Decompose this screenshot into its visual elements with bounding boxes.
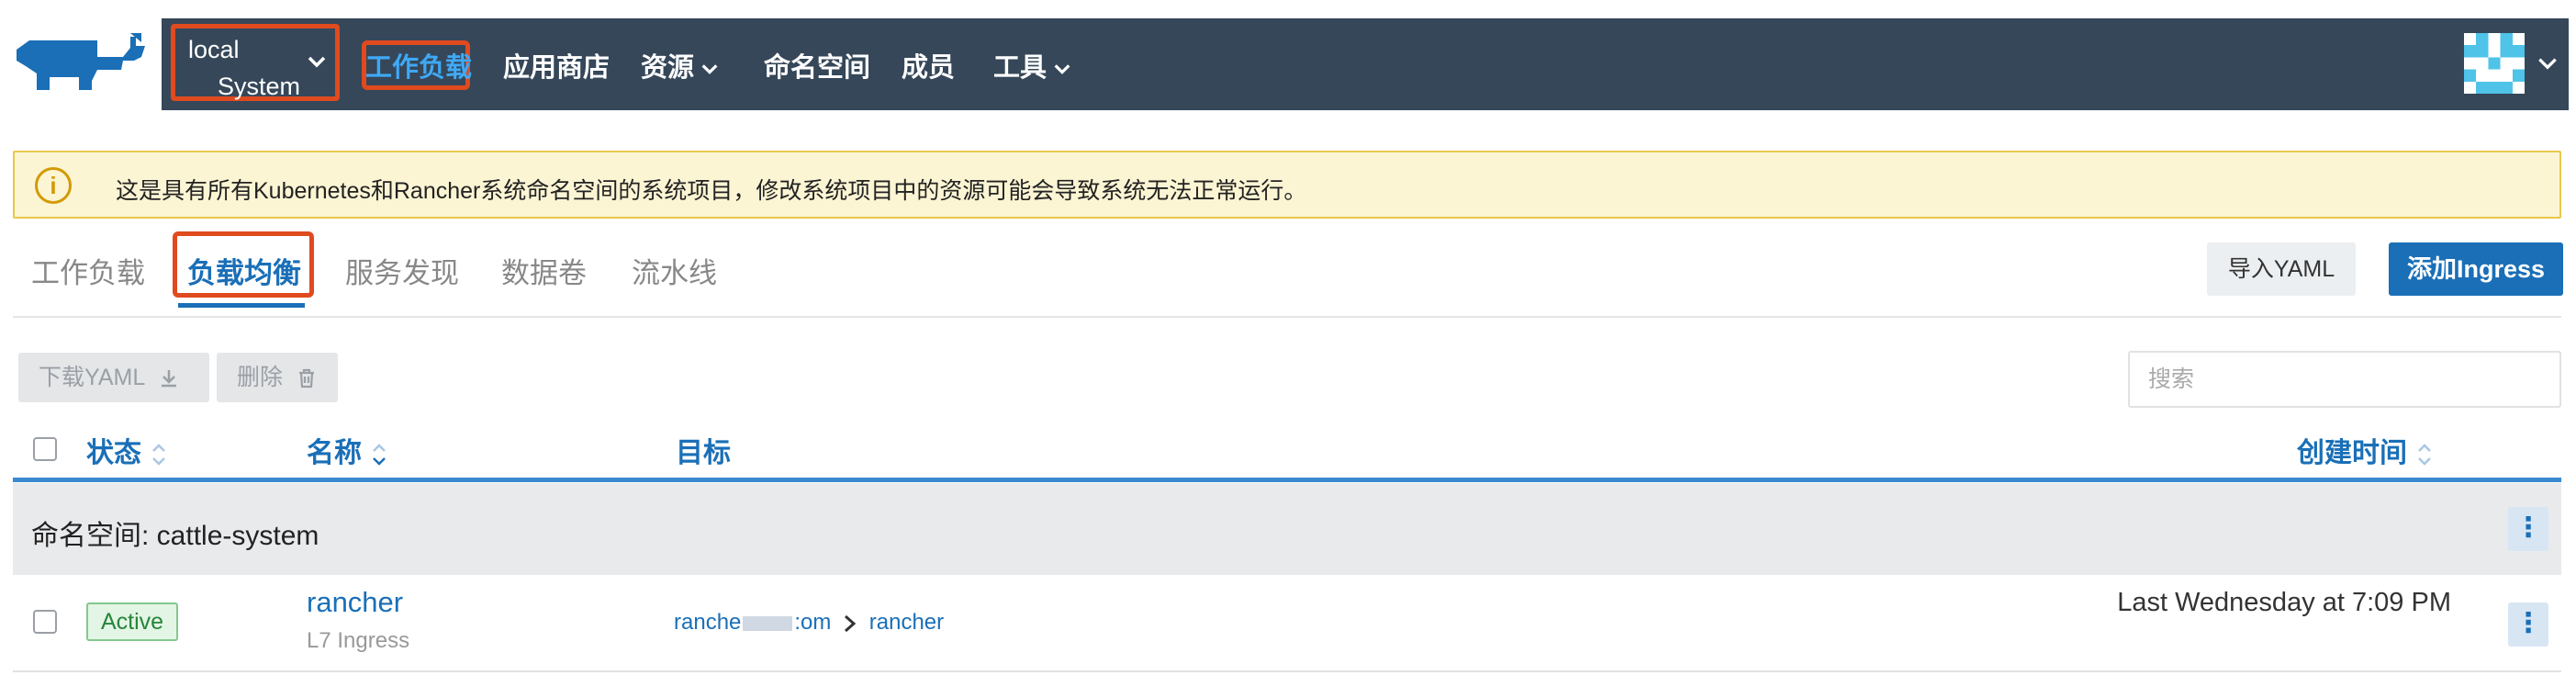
chevron-right-icon — [845, 614, 857, 632]
top-nav-bar: local System 工作负载 应用商店 资源 命名空间 成员 工具 — [162, 18, 2569, 110]
chevron-down-icon — [308, 56, 326, 68]
cluster-name: local — [188, 36, 240, 63]
status-badge: Active — [86, 602, 178, 641]
nav-item-workloads[interactable]: 工作负载 — [365, 46, 472, 84]
ingress-target[interactable]: ranche :om rancher — [674, 610, 944, 636]
download-yaml-label: 下载YAML — [39, 365, 145, 390]
delete-button[interactable]: 删除 — [217, 353, 338, 402]
row-divider — [13, 670, 2561, 672]
user-avatar[interactable] — [2464, 33, 2525, 94]
target-host-end: :om — [794, 610, 832, 635]
nav-item-members[interactable]: 成员 — [902, 46, 955, 84]
group-actions-menu-icon[interactable]: ⋮ — [2508, 507, 2548, 551]
target-service: rancher — [868, 610, 945, 635]
download-yaml-button[interactable]: 下载YAML — [18, 353, 209, 402]
namespace-group-label: 命名空间: cattle-system — [31, 521, 319, 551]
column-header-created[interactable]: 创建时间 — [2297, 430, 2433, 470]
row-actions-menu-icon[interactable]: ⋮ — [2508, 602, 2548, 647]
chevron-down-icon — [701, 64, 718, 75]
tabs-divider — [13, 316, 2561, 318]
project-name: System — [218, 73, 301, 100]
tab-service-discovery[interactable]: 服务发现 — [345, 250, 459, 291]
nav-item-resources[interactable]: 资源 — [641, 46, 720, 84]
sort-icon — [373, 444, 386, 466]
info-circle-icon: i — [35, 167, 72, 204]
tab-workloads[interactable]: 工作负载 — [31, 250, 145, 291]
add-ingress-button[interactable]: 添加Ingress — [2389, 242, 2563, 296]
rancher-logo[interactable] — [0, 0, 162, 112]
tab-load-balancing[interactable]: 负载均衡 — [187, 250, 301, 291]
ingress-type: L7 Ingress — [307, 628, 410, 653]
chevron-down-icon[interactable] — [2536, 51, 2559, 75]
column-header-state[interactable]: 状态 — [86, 430, 167, 470]
system-project-warning-banner: i 这是具有所有Kubernetes和Rancher系统命名空间的系统项目，修改… — [13, 151, 2561, 219]
created-time: Last Wednesday at 7:09 PM — [2117, 588, 2451, 617]
column-header-target: 目标 — [676, 438, 731, 468]
nav-item-apps[interactable]: 应用商店 — [503, 46, 610, 84]
sort-icon — [2418, 444, 2431, 466]
ingress-name-link[interactable]: rancher — [307, 586, 403, 619]
import-yaml-button[interactable]: 导入YAML — [2207, 242, 2356, 296]
table-header-divider — [13, 478, 2561, 482]
cluster-project-selector[interactable]: local System — [171, 24, 340, 101]
column-header-name[interactable]: 名称 — [307, 430, 387, 470]
tab-pipelines[interactable]: 流水线 — [632, 250, 717, 291]
download-icon — [162, 370, 177, 388]
sort-icon — [152, 444, 165, 466]
search-input[interactable] — [2128, 351, 2561, 408]
delete-label: 删除 — [237, 365, 284, 390]
target-host-start: ranche — [674, 610, 742, 635]
row-checkbox[interactable] — [33, 610, 57, 634]
namespace-group-row: 命名空间: cattle-system ⋮ — [13, 483, 2561, 575]
tab-volumes[interactable]: 数据卷 — [501, 250, 587, 291]
rancher-cow-icon — [17, 33, 145, 90]
banner-text: 这是具有所有Kubernetes和Rancher系统命名空间的系统项目，修改系统… — [116, 178, 1307, 204]
trash-icon — [298, 369, 314, 388]
chevron-down-icon — [1054, 64, 1070, 75]
redacted-host-segment — [743, 615, 793, 631]
active-tab-indicator — [178, 303, 305, 308]
select-all-checkbox[interactable] — [33, 437, 57, 461]
nav-item-tools[interactable]: 工具 — [993, 46, 1072, 84]
nav-item-namespaces[interactable]: 命名空间 — [764, 46, 870, 84]
